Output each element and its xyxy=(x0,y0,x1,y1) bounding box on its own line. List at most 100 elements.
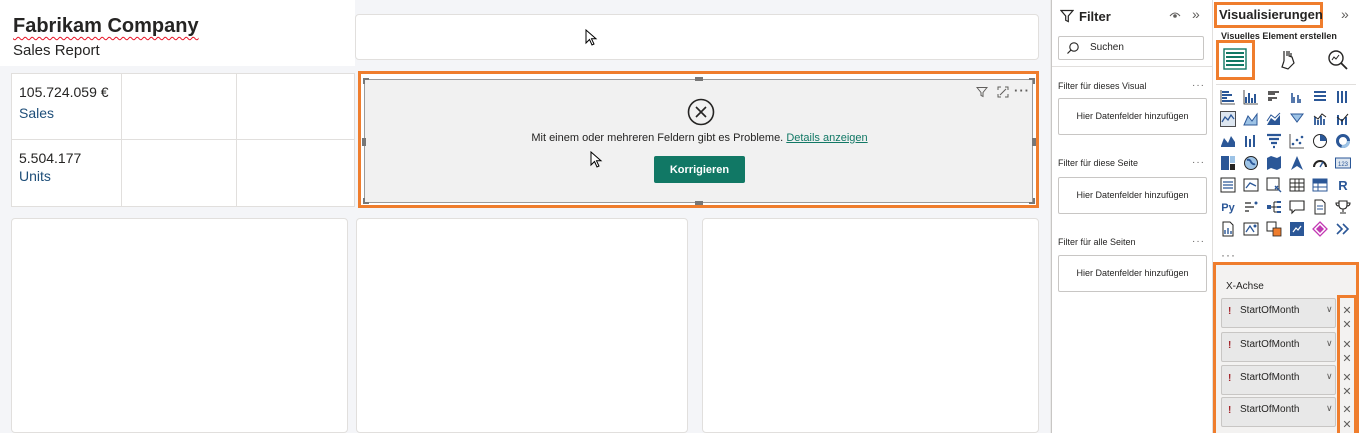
gauge-icon[interactable] xyxy=(1312,155,1328,171)
multi-row-card-icon[interactable] xyxy=(1220,177,1236,193)
paginated-report-icon[interactable] xyxy=(1220,221,1236,237)
more-options-icon[interactable]: ··· xyxy=(1192,157,1205,168)
more-options-icon[interactable]: ··· xyxy=(1192,236,1205,247)
resize-handle[interactable] xyxy=(695,201,703,205)
100pct-column-chart-icon[interactable] xyxy=(1335,89,1351,105)
clustered-bar-chart-icon[interactable] xyxy=(1266,89,1282,105)
chevron-down-icon[interactable]: ∨ xyxy=(1326,371,1333,382)
line-chart-icon[interactable] xyxy=(1220,111,1236,127)
smart-narrative-icon[interactable] xyxy=(1312,199,1328,215)
azure-map-icon[interactable] xyxy=(1289,155,1305,171)
stacked-area-chart-icon[interactable] xyxy=(1266,111,1282,127)
error-visual-highlight[interactable]: ··· Mit einem oder mehreren Feldern gibt… xyxy=(358,71,1039,208)
kpi-multirow-card[interactable]: 105.724.059 € Sales 5.504.177 Units xyxy=(11,73,355,207)
collapse-viz-pane-icon[interactable]: » xyxy=(1341,6,1349,22)
mouse-cursor-icon xyxy=(585,29,598,46)
filter-section-all-pages-title: Filter für alle Seiten xyxy=(1058,237,1136,247)
card-icon[interactable]: 123 xyxy=(1335,155,1351,171)
more-visuals-icon[interactable]: ··· xyxy=(1221,248,1236,262)
remove-field-icon[interactable]: ✕ xyxy=(1341,318,1353,331)
key-influencers-icon[interactable] xyxy=(1243,199,1259,215)
matrix-icon[interactable] xyxy=(1312,177,1328,193)
visibility-eye-icon[interactable] xyxy=(1169,9,1181,23)
pie-chart-icon[interactable] xyxy=(1312,133,1328,149)
chart-visual-placeholder[interactable] xyxy=(11,218,348,433)
more-options-icon[interactable]: ··· xyxy=(1192,80,1205,91)
chevrons-icon[interactable] xyxy=(1335,221,1351,237)
resize-corner[interactable] xyxy=(1029,198,1035,204)
scatter-chart-icon[interactable] xyxy=(1289,133,1305,149)
power-apps-icon[interactable] xyxy=(1243,221,1259,237)
analytics-tab-icon[interactable] xyxy=(1325,47,1351,73)
diamond-icon[interactable] xyxy=(1312,221,1328,237)
chevron-down-icon[interactable]: ∨ xyxy=(1326,304,1333,315)
warning-icon: ! xyxy=(1228,306,1232,317)
resize-corner[interactable] xyxy=(363,198,369,204)
chart-visual-placeholder[interactable] xyxy=(702,218,1039,433)
clustered-column-chart-icon[interactable] xyxy=(1289,89,1305,105)
field-pill[interactable]: ! StartOfMonth ∨ xyxy=(1221,298,1336,328)
remove-field-icon[interactable]: ✕ xyxy=(1341,371,1353,384)
filter-drop-well-visual[interactable]: Hier Datenfelder hinzufügen xyxy=(1058,98,1207,135)
focus-mode-icon[interactable] xyxy=(995,86,1011,102)
stacked-column-chart-icon[interactable] xyxy=(1243,89,1259,105)
r-visual-icon[interactable]: R xyxy=(1335,177,1351,193)
remove-field-icon[interactable]: ✕ xyxy=(1341,304,1353,317)
filter-icon[interactable] xyxy=(974,86,990,102)
treemap-icon[interactable] xyxy=(1220,155,1236,171)
fix-button[interactable]: Korrigieren xyxy=(654,156,745,183)
funnel-chart-icon[interactable] xyxy=(1243,133,1259,149)
slicer-bar-visual[interactable] xyxy=(355,14,1039,60)
funnel-icon[interactable] xyxy=(1266,133,1282,149)
waterfall-chart-icon[interactable] xyxy=(1220,133,1236,149)
decomposition-tree-icon[interactable] xyxy=(1266,199,1282,215)
stacked-bar-chart-icon[interactable] xyxy=(1220,89,1236,105)
table-icon[interactable] xyxy=(1289,177,1305,193)
build-visual-tab-icon[interactable] xyxy=(1222,46,1248,72)
error-visual[interactable]: ··· Mit einem oder mehreren Feldern gibt… xyxy=(362,77,1036,205)
chevron-down-icon[interactable]: ∨ xyxy=(1326,403,1333,414)
100pct-bar-chart-icon[interactable] xyxy=(1312,89,1328,105)
filter-drop-well-all-pages[interactable]: Hier Datenfelder hinzufügen xyxy=(1058,255,1207,292)
remove-field-icon[interactable]: ✕ xyxy=(1341,385,1353,398)
chart-visual-placeholder[interactable] xyxy=(356,218,688,433)
donut-chart-icon[interactable] xyxy=(1335,133,1351,149)
search-placeholder: Suchen xyxy=(1090,42,1124,53)
more-options-icon[interactable]: ··· xyxy=(1014,83,1030,99)
ribbon-chart-icon[interactable] xyxy=(1335,111,1351,127)
area-chart-icon[interactable] xyxy=(1243,111,1259,127)
filter-search-input[interactable]: Suchen xyxy=(1058,36,1204,60)
field-pill[interactable]: ! StartOfMonth ∨ xyxy=(1221,365,1336,395)
error-message: Mit einem oder mehreren Feldern gibt es … xyxy=(365,132,1034,144)
chevron-down-icon[interactable]: ∨ xyxy=(1326,338,1333,349)
field-pill[interactable]: ! StartOfMonth ∨ xyxy=(1221,397,1336,427)
svg-text:R: R xyxy=(1338,178,1348,193)
goals-trophy-icon[interactable] xyxy=(1335,199,1351,215)
filter-drop-well-page[interactable]: Hier Datenfelder hinzufügen xyxy=(1058,177,1207,214)
field-pill[interactable]: ! StartOfMonth ∨ xyxy=(1221,332,1336,362)
filled-map-icon[interactable] xyxy=(1266,155,1282,171)
kpi-cell-empty xyxy=(237,74,354,140)
format-visual-tab-icon[interactable] xyxy=(1276,47,1302,73)
qna-icon[interactable] xyxy=(1289,199,1305,215)
collapse-filter-pane-icon[interactable]: » xyxy=(1192,6,1200,22)
python-visual-icon[interactable]: Py xyxy=(1220,199,1236,215)
filter-section-visual-title: Filter für dieses Visual xyxy=(1058,81,1147,91)
report-page[interactable]: Fabrikam Company Sales Report 105.724.05… xyxy=(0,0,1050,433)
line-clustered-column-icon[interactable] xyxy=(1312,111,1328,127)
remove-field-icon[interactable]: ✕ xyxy=(1341,338,1353,351)
slicer-icon[interactable] xyxy=(1266,177,1282,193)
map-icon[interactable] xyxy=(1243,155,1259,171)
power-automate-icon[interactable] xyxy=(1266,221,1282,237)
remove-field-icon[interactable]: ✕ xyxy=(1341,352,1353,365)
visualizations-title: Visualisierungen xyxy=(1219,7,1323,22)
details-link[interactable]: Details anzeigen xyxy=(786,132,867,144)
remove-field-icon[interactable]: ✕ xyxy=(1341,403,1353,416)
remove-field-icon[interactable]: ✕ xyxy=(1341,418,1353,431)
resize-corner[interactable] xyxy=(363,78,369,84)
metrics-icon[interactable] xyxy=(1289,221,1305,237)
kpi-icon[interactable] xyxy=(1243,177,1259,193)
line-column-chart-icon[interactable] xyxy=(1289,111,1305,127)
title-block[interactable]: Fabrikam Company Sales Report xyxy=(0,0,355,66)
resize-handle[interactable] xyxy=(695,77,703,81)
